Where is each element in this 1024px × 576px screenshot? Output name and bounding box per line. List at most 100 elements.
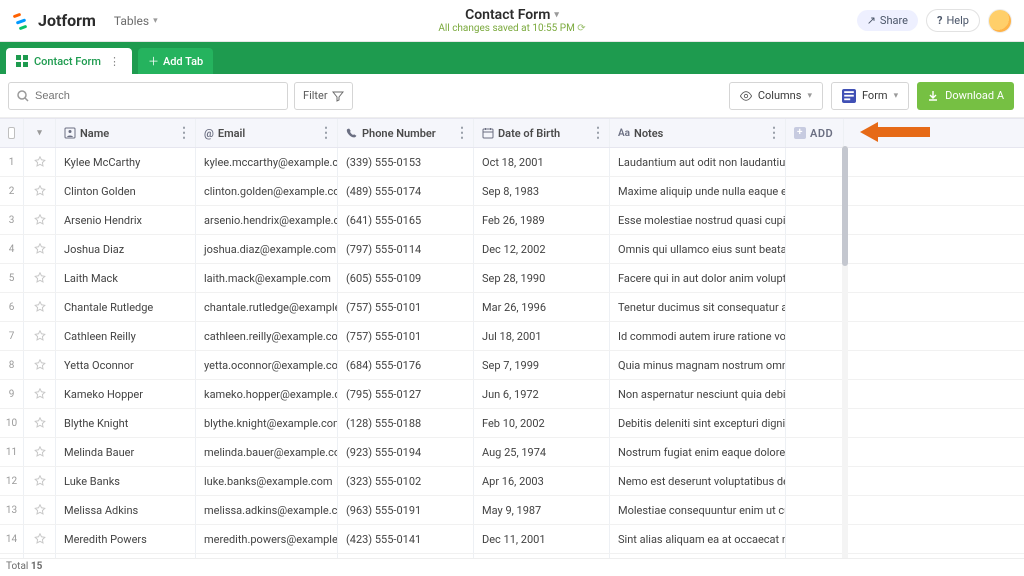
star-button[interactable] — [24, 554, 56, 558]
form-button[interactable]: Form ▾ — [831, 82, 909, 110]
star-button[interactable] — [24, 148, 56, 176]
search-input-wrap[interactable] — [8, 82, 288, 110]
table-row[interactable]: 15Isaiah Conleyisaiah.conley@example.com… — [0, 554, 1024, 558]
table-row[interactable]: 3Arsenio Hendrixarsenio.hendrix@example.… — [0, 206, 1024, 235]
table-row[interactable]: 14Meredith Powersmeredith.powers@example… — [0, 525, 1024, 554]
cell-name[interactable]: Kameko Hopper — [56, 380, 196, 408]
cell-notes[interactable]: Quia minus magnam nostrum omni… — [610, 351, 786, 379]
table-row[interactable]: 13Melissa Adkinsmelissa.adkins@example.c… — [0, 496, 1024, 525]
cell-email[interactable]: laith.mack@example.com — [196, 264, 338, 292]
vertical-scrollbar-thumb[interactable] — [842, 146, 848, 266]
cell-name[interactable]: Joshua Diaz — [56, 235, 196, 263]
cell-email[interactable]: kylee.mccarthy@example.c… — [196, 148, 338, 176]
star-button[interactable] — [24, 438, 56, 466]
cell-name[interactable]: Meredith Powers — [56, 525, 196, 553]
cell-notes[interactable]: Esse molestiae nostrud quasi cupidi… — [610, 206, 786, 234]
vertical-scrollbar-track[interactable] — [842, 146, 848, 558]
star-button[interactable] — [24, 496, 56, 524]
cell-notes[interactable]: Sint alias aliquam ea at occaecat no… — [610, 525, 786, 553]
sheet-tab-contact-form[interactable]: Contact Form ⋮ — [6, 48, 132, 74]
star-button[interactable] — [24, 264, 56, 292]
cell-notes[interactable]: Facere qui in aut dolor anim volupta… — [610, 264, 786, 292]
cell-dob[interactable]: Aug 25, 1974 — [474, 438, 610, 466]
table-row[interactable]: 1Kylee McCarthykylee.mccarthy@example.c…… — [0, 148, 1024, 177]
cell-email[interactable]: isaiah.conley@example.com — [196, 554, 338, 558]
checkbox-icon[interactable] — [8, 127, 15, 139]
cell-name[interactable]: Kylee McCarthy — [56, 148, 196, 176]
form-title[interactable]: Contact Form ▾ — [465, 7, 559, 23]
table-row[interactable]: 2Clinton Goldenclinton.golden@example.co… — [0, 177, 1024, 206]
cell-dob[interactable]: Dec 11, 2001 — [474, 525, 610, 553]
column-phone[interactable]: Phone Number⋮ — [338, 119, 474, 147]
cell-phone[interactable]: (323) 555-0102 — [338, 467, 474, 495]
cell-email[interactable]: blythe.knight@example.com — [196, 409, 338, 437]
logo[interactable]: Jotform — [12, 11, 96, 31]
cell-phone[interactable]: (641) 555-0165 — [338, 206, 474, 234]
cell-phone[interactable]: (757) 555-0101 — [338, 322, 474, 350]
star-button[interactable] — [24, 467, 56, 495]
cell-email[interactable]: melissa.adkins@example.com — [196, 496, 338, 524]
cell-name[interactable]: Cathleen Reilly — [56, 322, 196, 350]
cell-name[interactable]: Chantale Rutledge — [56, 293, 196, 321]
cell-dob[interactable]: May 9, 1987 — [474, 496, 610, 524]
search-input[interactable] — [35, 90, 279, 102]
cell-dob[interactable]: Jul 18, 2001 — [474, 322, 610, 350]
table-row[interactable]: 9Kameko Hopperkameko.hopper@example.c…(7… — [0, 380, 1024, 409]
cell-name[interactable]: Melissa Adkins — [56, 496, 196, 524]
cell-dob[interactable]: Mar 26, 1996 — [474, 293, 610, 321]
star-button[interactable] — [24, 409, 56, 437]
table-row[interactable]: 8Yetta Oconnoryetta.oconnor@example.com(… — [0, 351, 1024, 380]
tables-menu[interactable]: Tables ▾ — [114, 14, 158, 28]
columns-button[interactable]: Columns ▾ — [729, 82, 823, 110]
table-row[interactable]: 12Luke Banksluke.banks@example.com(323) … — [0, 467, 1024, 496]
cell-dob[interactable]: Feb 10, 2002 — [474, 409, 610, 437]
cell-name[interactable]: Laith Mack — [56, 264, 196, 292]
share-button[interactable]: ↗ Share — [857, 10, 918, 31]
cell-phone[interactable]: (423) 555-0141 — [338, 525, 474, 553]
expand-all[interactable]: ▾ — [24, 119, 56, 147]
column-email[interactable]: @ Email⋮ — [196, 119, 338, 147]
tab-more-icon[interactable]: ⋮ — [107, 55, 122, 68]
cell-name[interactable]: Yetta Oconnor — [56, 351, 196, 379]
cell-notes[interactable]: Maxime aliquip unde nulla eaque el… — [610, 177, 786, 205]
cell-dob[interactable]: Sep 28, 1990 — [474, 264, 610, 292]
cell-phone[interactable]: (489) 555-0174 — [338, 177, 474, 205]
table-row[interactable]: 11Melinda Bauermelinda.bauer@example.com… — [0, 438, 1024, 467]
cell-name[interactable]: Luke Banks — [56, 467, 196, 495]
column-notes[interactable]: Aa Notes⋮ — [610, 119, 786, 147]
filter-button[interactable]: Filter — [294, 82, 353, 110]
cell-phone[interactable]: (757) 555-0101 — [338, 293, 474, 321]
select-all-cell[interactable] — [0, 119, 24, 147]
column-more-icon[interactable]: ⋮ — [319, 125, 333, 141]
cell-dob[interactable]: Mar 7, 1986 — [474, 554, 610, 558]
cell-notes[interactable]: Id commodi autem irure ratione vol… — [610, 322, 786, 350]
table-row[interactable]: 7Cathleen Reillycathleen.reilly@example.… — [0, 322, 1024, 351]
table-row[interactable]: 6Chantale Rutledgechantale.rutledge@exam… — [0, 293, 1024, 322]
cell-name[interactable]: Isaiah Conley — [56, 554, 196, 558]
cell-email[interactable]: chantale.rutledge@example… — [196, 293, 338, 321]
cell-dob[interactable]: Jun 6, 1972 — [474, 380, 610, 408]
cell-notes[interactable]: Omnis qui ullamco eius sunt beatae… — [610, 235, 786, 263]
cell-notes[interactable]: Debitis deleniti sint excepturi dignis… — [610, 409, 786, 437]
cell-email[interactable]: cathleen.reilly@example.com — [196, 322, 338, 350]
cell-email[interactable]: luke.banks@example.com — [196, 467, 338, 495]
cell-phone[interactable]: (963) 555-0191 — [338, 496, 474, 524]
column-dob[interactable]: Date of Birth⋮ — [474, 119, 610, 147]
column-name[interactable]: Name⋮ — [56, 119, 196, 147]
cell-name[interactable]: Arsenio Hendrix — [56, 206, 196, 234]
star-button[interactable] — [24, 177, 56, 205]
cell-phone[interactable]: (339) 555-0153 — [338, 148, 474, 176]
cell-name[interactable]: Clinton Golden — [56, 177, 196, 205]
column-more-icon[interactable]: ⋮ — [455, 125, 469, 141]
download-button[interactable]: Download A — [917, 82, 1014, 110]
cell-phone[interactable]: (605) 555-0109 — [338, 264, 474, 292]
cell-phone[interactable]: (684) 555-0176 — [338, 351, 474, 379]
cell-name[interactable]: Melinda Bauer — [56, 438, 196, 466]
table-row[interactable]: 4Joshua Diazjoshua.diaz@example.com(797)… — [0, 235, 1024, 264]
star-button[interactable] — [24, 322, 56, 350]
cell-email[interactable]: yetta.oconnor@example.com — [196, 351, 338, 379]
cell-dob[interactable]: Dec 12, 2002 — [474, 235, 610, 263]
cell-email[interactable]: arsenio.hendrix@example.c… — [196, 206, 338, 234]
cell-notes[interactable]: Nemo est deserunt voluptatibus de… — [610, 467, 786, 495]
cell-dob[interactable]: Oct 18, 2001 — [474, 148, 610, 176]
